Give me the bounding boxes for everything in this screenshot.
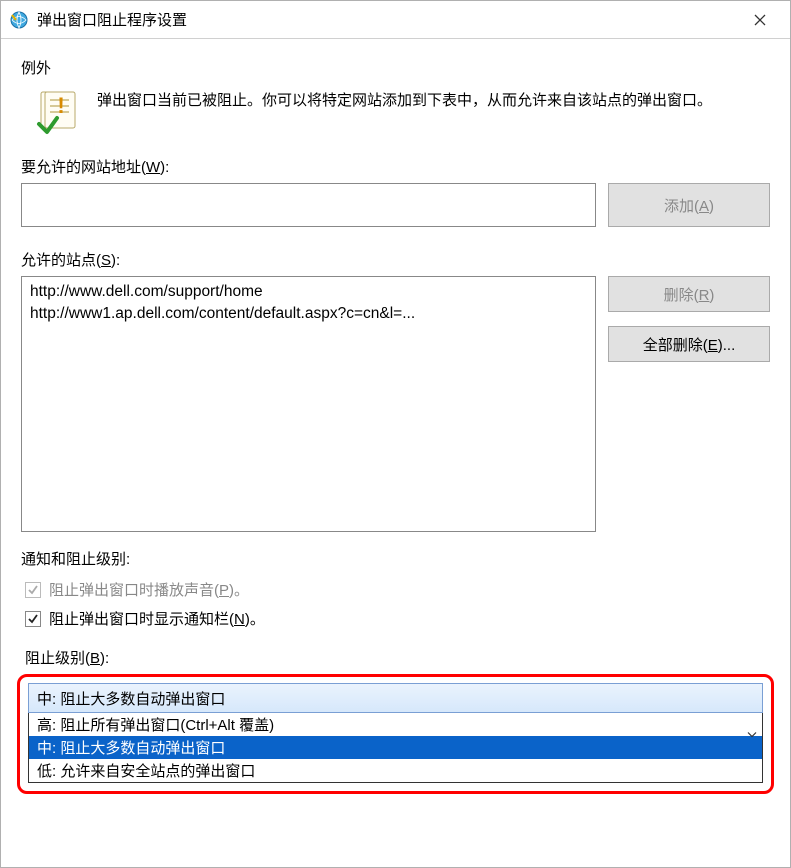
combobox-option-high[interactable]: 高: 阻止所有弹出窗口(Ctrl+Alt 覆盖) (29, 713, 762, 736)
window-title: 弹出窗口阻止程序设置 (37, 9, 738, 30)
combobox-dropdown: 高: 阻止所有弹出窗口(Ctrl+Alt 覆盖) 中: 阻止大多数自动弹出窗口 … (28, 713, 763, 783)
show-bar-label: 阻止弹出窗口时显示通知栏(N)。 (49, 608, 265, 629)
play-sound-checkbox[interactable] (25, 582, 41, 598)
show-bar-label-prefix: 阻止弹出窗口时显示通知栏( (49, 611, 234, 628)
level-label-key: B (90, 650, 100, 667)
show-bar-label-suffix: )。 (245, 611, 265, 628)
titlebar: 弹出窗口阻止程序设置 (1, 1, 790, 39)
address-label: 要允许的网站地址(W): (21, 156, 770, 177)
close-button[interactable] (738, 4, 782, 36)
highlight-annotation: 中: 阻止大多数自动弹出窗口 高: 阻止所有弹出窗口(Ctrl+Alt 覆盖) … (17, 674, 774, 794)
add-button-prefix: 添加( (664, 198, 699, 215)
add-button[interactable]: 添加(A) (608, 183, 770, 227)
address-input[interactable] (21, 183, 596, 227)
info-text: 弹出窗口当前已被阻止。你可以将特定网站添加到下表中，从而允许来自该站点的弹出窗口… (97, 88, 712, 113)
blocking-level-combobox[interactable]: 中: 阻止大多数自动弹出窗口 高: 阻止所有弹出窗口(Ctrl+Alt 覆盖) … (28, 683, 763, 783)
address-label-prefix: 要允许的网站地址( (21, 159, 146, 176)
play-sound-label-suffix: )。 (229, 582, 249, 599)
blocking-level-label: 阻止级别(B): (25, 647, 770, 668)
dialog-content: 例外 ! 弹出窗口当前已被阻止。你可以将特定网站添加到下表中，从而允许来自该站点… (1, 39, 790, 867)
address-label-key: W (146, 159, 160, 176)
remove-button-key: R (699, 287, 710, 304)
remove-all-button[interactable]: 全部删除(E)... (608, 326, 770, 362)
allowed-label-key: S (101, 252, 111, 269)
allowed-sites-list[interactable]: http://www.dell.com/support/home http://… (21, 276, 596, 532)
remove-button-suffix: ) (709, 287, 714, 304)
app-icon (9, 10, 29, 30)
remove-button[interactable]: 删除(R) (608, 276, 770, 312)
check-icon (27, 613, 39, 625)
allowed-label-prefix: 允许的站点( (21, 252, 101, 269)
combobox-selected-value: 中: 阻止大多数自动弹出窗口 (37, 688, 225, 709)
combobox-option-low[interactable]: 低: 允许来自安全站点的弹出窗口 (29, 759, 762, 782)
list-item[interactable]: http://www.dell.com/support/home (28, 281, 589, 303)
check-icon (27, 584, 39, 596)
chevron-down-icon (747, 725, 757, 742)
show-bar-checkbox[interactable] (25, 611, 41, 627)
play-sound-key: P (219, 582, 229, 599)
allowed-sites-label: 允许的站点(S): (21, 249, 770, 270)
notifications-group: 通知和阻止级别: 阻止弹出窗口时播放声音(P)。 (21, 548, 770, 794)
level-label-prefix: 阻止级别( (25, 650, 90, 667)
add-button-key: A (699, 198, 709, 215)
play-sound-label-prefix: 阻止弹出窗口时播放声音( (49, 582, 219, 599)
close-icon (754, 14, 766, 26)
info-row: ! 弹出窗口当前已被阻止。你可以将特定网站添加到下表中，从而允许来自该站点的弹出… (35, 88, 770, 136)
remove-button-prefix: 删除( (664, 287, 699, 304)
level-label-suffix: ): (100, 650, 109, 667)
remove-all-button-prefix: 全部删除( (643, 337, 708, 354)
show-bar-key: N (234, 611, 245, 628)
combobox-option-medium[interactable]: 中: 阻止大多数自动弹出窗口 (29, 736, 762, 759)
allowed-label-suffix: ): (111, 252, 120, 269)
exceptions-group-title: 例外 (21, 57, 770, 78)
play-sound-label: 阻止弹出窗口时播放声音(P)。 (49, 579, 249, 600)
show-bar-checkbox-row: 阻止弹出窗口时显示通知栏(N)。 (25, 608, 770, 629)
play-sound-checkbox-row: 阻止弹出窗口时播放声音(P)。 (25, 579, 770, 600)
combobox-display[interactable]: 中: 阻止大多数自动弹出窗口 (28, 683, 763, 713)
popup-blocker-settings-dialog: 弹出窗口阻止程序设置 例外 ! (0, 0, 791, 868)
address-label-suffix: ): (160, 159, 169, 176)
exceptions-group: 例外 ! 弹出窗口当前已被阻止。你可以将特定网站添加到下表中，从而允许来自该站点… (21, 57, 770, 532)
remove-all-button-suffix: )... (718, 337, 736, 354)
notifications-group-title: 通知和阻止级别: (21, 548, 770, 569)
add-button-suffix: ) (709, 198, 714, 215)
svg-text:!: ! (57, 93, 64, 118)
remove-all-button-key: E (708, 337, 718, 354)
info-icon: ! (35, 88, 83, 136)
list-item[interactable]: http://www1.ap.dell.com/content/default.… (28, 303, 589, 325)
